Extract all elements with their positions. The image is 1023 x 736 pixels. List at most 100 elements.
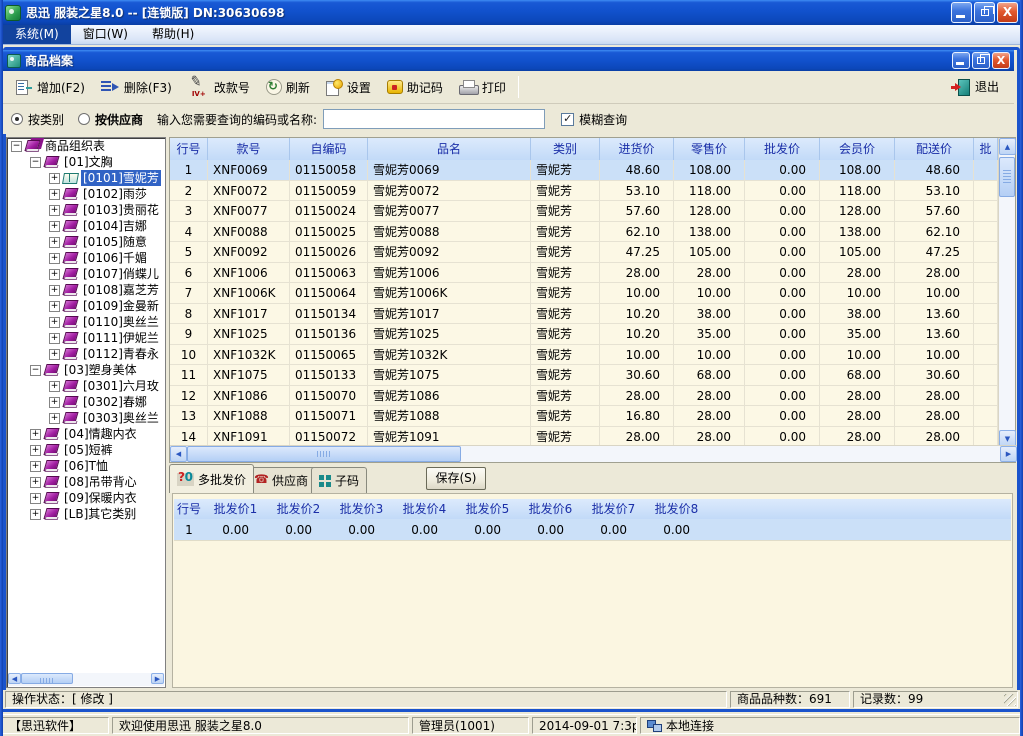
tree-item[interactable]: +[0107]俏蝶儿	[7, 266, 165, 282]
tree-scroll-right-arrow-icon[interactable]: ▶	[151, 673, 164, 684]
expand-plus-icon[interactable]: +	[49, 413, 60, 424]
expand-plus-icon[interactable]: +	[49, 205, 60, 216]
tab-供应商[interactable]: 供应商	[246, 467, 316, 493]
tree-item[interactable]: +[0110]奥丝兰	[7, 314, 165, 330]
tree-item-label[interactable]: 商品组织表	[43, 138, 107, 154]
by-supplier-label[interactable]: 按供应商	[95, 111, 143, 128]
tree-item-label[interactable]: [03]塑身美体	[62, 362, 139, 378]
column-header-1[interactable]: 款号	[208, 138, 290, 160]
doc-restore-button[interactable]	[972, 52, 990, 69]
column-header-0[interactable]: 行号	[170, 138, 208, 160]
tree-item-label[interactable]: [0105]随意	[81, 234, 149, 250]
table-row[interactable]: 3XNF007701150024雪妮芳0077雪妮芳57.60128.000.0…	[170, 201, 998, 222]
collapse-minus-icon[interactable]: −	[30, 157, 41, 168]
tree-item-label[interactable]: [0102]雨莎	[81, 186, 149, 202]
tree-item-label[interactable]: [0111]伊妮兰	[81, 330, 161, 346]
tree-item[interactable]: +[08]吊带背心	[7, 474, 165, 490]
tree-item-label[interactable]: [0303]奥丝兰	[81, 410, 161, 426]
tree-item[interactable]: − [03]塑身美体	[7, 362, 165, 378]
detail-column-header-8[interactable]: 批发价8	[645, 499, 708, 519]
table-row[interactable]: 13XNF108801150071雪妮芳1088雪妮芳16.8028.000.0…	[170, 406, 998, 427]
tree-item-label[interactable]: [0109]金曼新	[81, 298, 161, 314]
tree-item[interactable]: + [0111]伊妮兰	[7, 330, 165, 346]
grid-scroll-right-arrow-icon[interactable]: ▶	[1000, 446, 1017, 462]
tree-scroll-track[interactable]	[73, 673, 151, 686]
tree-item-label[interactable]: [01]文胸	[62, 154, 115, 170]
by-supplier-radio[interactable]	[78, 113, 90, 125]
menu-item-1[interactable]: 窗口(W)	[71, 25, 140, 44]
detail-column-header-0[interactable]: 行号	[174, 499, 204, 519]
tree-item-label[interactable]: [0108]嘉芝芳	[81, 282, 161, 298]
menu-item-0[interactable]: 系统(M)	[3, 25, 71, 44]
tree-item[interactable]: − [01]文胸	[7, 154, 165, 170]
expand-plus-icon[interactable]: +	[30, 493, 41, 504]
table-row[interactable]: 9XNF102501150136雪妮芳1025雪妮芳10.2035.000.00…	[170, 324, 998, 345]
tree-item-label[interactable]: [08]吊带背心	[62, 474, 139, 490]
tree-item-label[interactable]: [0101]雪妮芳	[81, 170, 161, 186]
tree-item[interactable]: + [09]保暖内衣	[7, 490, 165, 506]
tree-horizontal-scrollbar[interactable]: ◀ ▶	[8, 673, 164, 686]
tree-item[interactable]: + [0103]贵丽花	[7, 202, 165, 218]
expand-plus-icon[interactable]: +	[49, 301, 60, 312]
tree-item-label[interactable]: [0103]贵丽花	[81, 202, 161, 218]
expand-plus-icon[interactable]: +	[30, 509, 41, 520]
detail-column-header-1[interactable]: 批发价1	[204, 499, 267, 519]
expand-plus-icon[interactable]: +	[49, 317, 60, 328]
column-header-4[interactable]: 类别	[531, 138, 600, 160]
close-button[interactable]: X	[997, 2, 1018, 23]
table-row[interactable]: 2XNF007201150059雪妮芳0072雪妮芳53.10118.000.0…	[170, 181, 998, 202]
expand-plus-icon[interactable]: +	[49, 189, 60, 200]
fuzzy-label[interactable]: 模糊查询	[579, 111, 627, 128]
detail-grid-row[interactable]: 10.000.000.000.000.000.000.000.00	[174, 519, 1011, 541]
tab-子码[interactable]: 子码	[311, 467, 367, 493]
column-header-3[interactable]: 品名	[368, 138, 531, 160]
column-header-5[interactable]: 进货价	[600, 138, 674, 160]
toolbar-button-2[interactable]: 改款号	[180, 74, 258, 100]
table-row[interactable]: 12XNF108601150070雪妮芳1086雪妮芳28.0028.000.0…	[170, 386, 998, 407]
column-header-6[interactable]: 零售价	[674, 138, 745, 160]
by-category-label[interactable]: 按类别	[28, 111, 64, 128]
table-row[interactable]: 11XNF107501150133雪妮芳1075雪妮芳30.6068.000.0…	[170, 365, 998, 386]
tree-item[interactable]: +[0112]青春永	[7, 346, 165, 362]
tree-item[interactable]: + [0303]奥丝兰	[7, 410, 165, 426]
expand-plus-icon[interactable]: +	[49, 333, 60, 344]
tree-item[interactable]: + [0102]雨莎	[7, 186, 165, 202]
grid-scroll-left-arrow-icon[interactable]: ◀	[170, 446, 187, 462]
tree-item[interactable]: + [0109]金曼新	[7, 298, 165, 314]
expand-plus-icon[interactable]: +	[49, 285, 60, 296]
tree-item[interactable]: +[0104]吉娜	[7, 218, 165, 234]
tree-item[interactable]: +[06]T恤	[7, 458, 165, 474]
column-header-8[interactable]: 会员价	[820, 138, 895, 160]
tree-item[interactable]: + [0101]雪妮芳	[7, 170, 165, 186]
tree-item[interactable]: +[0301]六月玫	[7, 378, 165, 394]
expand-plus-icon[interactable]: +	[49, 397, 60, 408]
tree-item[interactable]: +[0105]随意	[7, 234, 165, 250]
grid-hscroll-thumb[interactable]	[187, 446, 461, 462]
grid-horizontal-scrollbar[interactable]: ◀ ▶	[170, 445, 1017, 462]
search-input[interactable]	[323, 109, 545, 129]
column-header-10[interactable]: 批	[974, 138, 998, 160]
detail-column-header-7[interactable]: 批发价7	[582, 499, 645, 519]
expand-plus-icon[interactable]: +	[49, 173, 60, 184]
collapse-minus-icon[interactable]: −	[30, 365, 41, 376]
detail-column-header-3[interactable]: 批发价3	[330, 499, 393, 519]
fuzzy-checkbox[interactable]	[561, 113, 574, 126]
detail-column-header-2[interactable]: 批发价2	[267, 499, 330, 519]
toolbar-button-4[interactable]: 设置	[318, 75, 379, 100]
grid-vscroll-thumb[interactable]	[999, 157, 1015, 197]
tree-item-label[interactable]: [0301]六月玫	[81, 378, 161, 394]
expand-plus-icon[interactable]: +	[49, 253, 60, 264]
expand-plus-icon[interactable]: +	[30, 461, 41, 472]
menu-item-2[interactable]: 帮助(H)	[140, 25, 206, 44]
table-row[interactable]: 7XNF1006K01150064雪妮芳1006K雪妮芳10.0010.000.…	[170, 283, 998, 304]
tab-多批发价[interactable]: 多批发价	[169, 464, 254, 493]
tree-item-label[interactable]: [0302]春娜	[81, 394, 149, 410]
tree-item-label[interactable]: [09]保暖内衣	[62, 490, 139, 506]
column-header-9[interactable]: 配送价	[895, 138, 974, 160]
expand-plus-icon[interactable]: +	[30, 429, 41, 440]
grid-hscroll-track[interactable]	[461, 446, 1000, 462]
resize-grip-icon[interactable]	[1004, 694, 1016, 706]
grid-vertical-scrollbar[interactable]: ▲ ▼	[998, 138, 1015, 447]
toolbar-button-1[interactable]: 删除(F3)	[93, 75, 180, 100]
doc-minimize-button[interactable]	[952, 52, 970, 69]
